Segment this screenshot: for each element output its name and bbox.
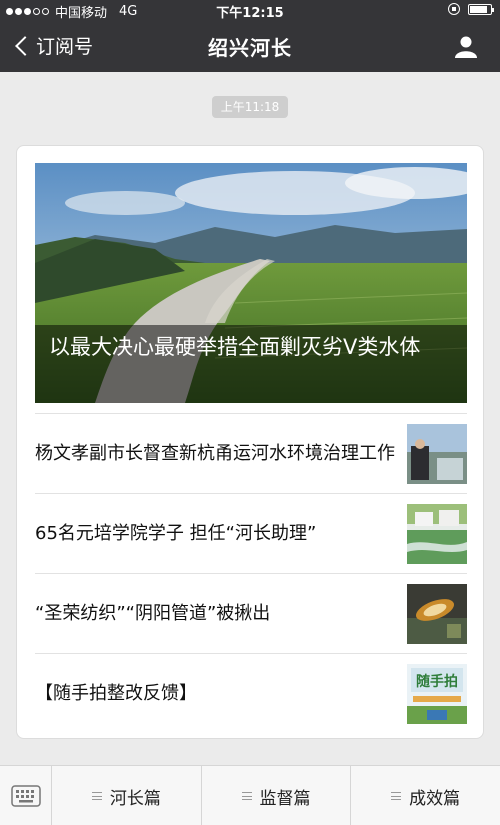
hero-title: 以最大决心最硬举措全面剿灭劣Ⅴ类水体 xyxy=(35,325,467,403)
article-title: 杨文孝副市长督查新杭甬运河水环境治理工作 xyxy=(35,443,395,464)
battery-icon xyxy=(468,3,494,15)
article-card: 以最大决心最硬举措全面剿灭劣Ⅴ类水体 杨文孝副市长督查新杭甬运河水环境治理工作 … xyxy=(16,145,484,739)
article-thumbnail xyxy=(407,584,467,644)
person-icon xyxy=(455,36,477,58)
hero-article[interactable]: 以最大决心最硬举措全面剿灭劣Ⅴ类水体 xyxy=(35,163,467,403)
article-thumbnail: 随手拍 xyxy=(407,664,467,724)
page-title: 绍兴河长 xyxy=(208,36,292,60)
article-thumbnail xyxy=(407,424,467,484)
top-bar: 中国移动 4G 下午12:15 订阅号 绍兴河长 xyxy=(0,0,500,72)
menu-list-icon xyxy=(391,792,402,800)
keyboard-icon xyxy=(10,785,41,807)
bottom-menu: 河长篇 监督篇 成效篇 xyxy=(0,765,500,825)
article-title: “圣荣纺织”“阴阳管道”被揪出 xyxy=(35,603,271,624)
menu-label: 监督篇 xyxy=(259,788,311,809)
article-title: 【随手拍整改反馈】 xyxy=(35,683,197,704)
menu-button-jiandu[interactable]: 监督篇 xyxy=(202,766,352,825)
article-item[interactable]: “圣荣纺织”“阴阳管道”被揪出 xyxy=(35,573,467,653)
keyboard-toggle[interactable] xyxy=(0,766,52,825)
article-item[interactable]: 【随手拍整改反馈】 随手拍 xyxy=(35,653,467,733)
article-title: 65名元培学院学子 担任“河长助理” xyxy=(35,523,317,544)
menu-button-hezhang[interactable]: 河长篇 xyxy=(52,766,202,825)
svg-text:随手拍: 随手拍 xyxy=(416,673,458,690)
status-bar: 中国移动 4G 下午12:15 xyxy=(0,0,500,21)
menu-label: 成效篇 xyxy=(409,788,461,809)
rotation-lock-icon xyxy=(448,3,460,15)
status-time: 下午12:15 xyxy=(216,6,284,21)
article-item[interactable]: 杨文孝副市长督查新杭甬运河水环境治理工作 xyxy=(35,413,467,493)
menu-list-icon xyxy=(91,792,102,800)
profile-button[interactable] xyxy=(454,34,478,58)
menu-button-chengxiao[interactable]: 成效篇 xyxy=(351,766,500,825)
article-item[interactable]: 65名元培学院学子 担任“河长助理” xyxy=(35,493,467,573)
message-timestamp: 上午11:18 xyxy=(212,96,288,118)
nav-bar: 订阅号 绍兴河长 xyxy=(0,24,500,70)
menu-label: 河长篇 xyxy=(109,788,161,809)
menu-list-icon xyxy=(241,792,252,800)
article-thumbnail xyxy=(407,504,467,564)
